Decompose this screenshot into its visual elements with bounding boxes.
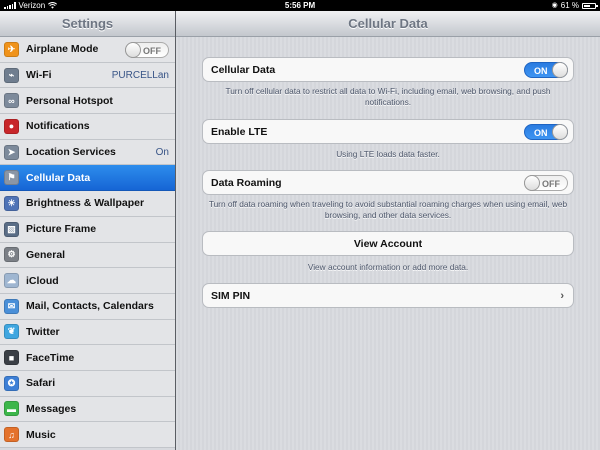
mail-icon: ✉ — [4, 298, 19, 314]
chevron-right-icon: › — [560, 289, 564, 302]
cellular-icon: ⚑ — [4, 170, 19, 186]
sidebar-item-label: Cellular Data — [26, 171, 91, 184]
page-title: Cellular Data — [176, 11, 600, 37]
toggle-state: OFF — [143, 45, 161, 56]
twitter-icon: ❦ — [4, 324, 19, 340]
sim-pin-label: SIM PIN — [211, 289, 251, 302]
sidebar-item-label: Picture Frame — [26, 223, 97, 236]
toggle-state: OFF — [542, 178, 560, 189]
airplane-icon: ✈ — [4, 41, 19, 57]
sidebar-item-music[interactable]: ♫ Music — [0, 422, 175, 448]
brightness-icon: ☀ — [4, 195, 19, 211]
sidebar-item-safari[interactable]: ✪ Safari — [0, 370, 175, 397]
music-icon: ♫ — [4, 427, 19, 443]
battery-percent: 61 % — [560, 1, 579, 10]
cellular-data-toggle[interactable]: ON — [524, 61, 568, 78]
sidebar-item-label: iCloud — [26, 274, 59, 287]
sidebar-item-twitter[interactable]: ❦ Twitter — [0, 319, 175, 346]
icloud-icon: ☁ — [4, 273, 19, 289]
sidebar-item-label: Location Services — [26, 146, 116, 159]
enable-lte-toggle[interactable]: ON — [524, 123, 568, 140]
sidebar-item-label: Music — [26, 428, 56, 441]
sidebar-item-airplane[interactable]: ✈ Airplane Mode OFF — [0, 37, 175, 63]
cellular-data-row: Cellular Data ON — [202, 57, 574, 82]
sidebar-item-value: PURCELLan — [111, 69, 169, 81]
sidebar-item-label: FaceTime — [26, 351, 75, 364]
sidebar-item-hotspot[interactable]: ∞ Personal Hotspot — [0, 88, 175, 115]
airplane-mode-toggle[interactable]: OFF — [125, 41, 169, 58]
enable-lte-row: Enable LTE ON — [202, 119, 574, 144]
sidebar-item-cellular[interactable]: ⚑ Cellular Data — [0, 165, 175, 192]
sidebar-item-facetime[interactable]: ■ FaceTime — [0, 345, 175, 371]
orientation-lock-icon: ◉ — [551, 2, 558, 9]
sidebar-item-label: Brightness & Wallpaper — [26, 197, 145, 210]
sidebar-item-label: Wi-Fi — [26, 69, 52, 82]
sim-pin-row[interactable]: SIM PIN › — [202, 283, 574, 308]
sidebar-item-label: Notifications — [26, 120, 90, 133]
facetime-icon: ■ — [4, 350, 19, 366]
location-icon: ➤ — [4, 144, 19, 160]
sidebar-item-label: Messages — [26, 402, 77, 415]
sidebar-item-label: Twitter — [26, 325, 60, 338]
sidebar-item-notifications[interactable]: ● Notifications — [0, 114, 175, 140]
sidebar-item-location[interactable]: ➤ Location Services On — [0, 139, 175, 166]
sidebar-item-wifi[interactable]: ⌁ Wi-Fi PURCELLan — [0, 62, 175, 89]
enable-lte-label: Enable LTE — [211, 125, 268, 138]
cellular-data-footnote: Turn off cellular data to restrict all d… — [225, 86, 551, 107]
enable-lte-footnote: Using LTE loads data faster. — [336, 149, 440, 159]
hotspot-icon: ∞ — [4, 93, 19, 109]
safari-icon: ✪ — [4, 375, 19, 391]
sidebar-item-gear[interactable]: ⚙ General — [0, 242, 175, 269]
sidebar-item-label: Personal Hotspot — [26, 94, 113, 107]
status-bar: Verizon 5:56 PM ◉ 61 % — [0, 0, 600, 11]
view-account-label: View Account — [353, 237, 423, 250]
toggle-state: ON — [534, 127, 548, 138]
data-roaming-label: Data Roaming — [211, 176, 282, 189]
notifications-icon: ● — [4, 118, 19, 134]
detail-panel: Cellular Data Cellular Data ON Turn off … — [176, 11, 600, 450]
data-roaming-footnote: Turn off data roaming when traveling to … — [208, 199, 568, 220]
sidebar-item-messages[interactable]: ▬ Messages — [0, 396, 175, 423]
status-time: 5:56 PM — [284, 1, 316, 10]
wifi-icon: ⌁ — [4, 67, 19, 83]
data-roaming-row: Data Roaming OFF — [202, 170, 574, 195]
sidebar-item-label: Airplane Mode — [26, 43, 99, 56]
sidebar-item-mail[interactable]: ✉ Mail, Contacts, Calendars — [0, 293, 175, 320]
sidebar-item-label: Mail, Contacts, Calendars — [26, 300, 154, 313]
picture-frame-icon: ▧ — [4, 221, 19, 237]
view-account-footnote: View account information or add more dat… — [307, 262, 469, 272]
cellular-data-label: Cellular Data — [211, 63, 276, 76]
sidebar-item-picture-frame[interactable]: ▧ Picture Frame — [0, 216, 175, 243]
settings-sidebar: Settings ✈ Airplane Mode OFF ⌁ Wi-Fi PURCELLa… — [0, 11, 176, 450]
sidebar-item-brightness[interactable]: ☀ Brightness & Wallpaper — [0, 191, 175, 217]
sidebar-item-label: General — [26, 248, 66, 261]
sidebar-item-icloud[interactable]: ☁ iCloud — [0, 268, 175, 294]
messages-icon: ▬ — [4, 401, 19, 417]
battery-icon — [582, 2, 598, 9]
sidebar-title: Settings — [0, 11, 175, 37]
gear-icon: ⚙ — [4, 247, 19, 263]
data-roaming-toggle[interactable]: OFF — [524, 174, 568, 191]
sidebar-item-value: On — [155, 146, 169, 158]
settings-list: ✈ Airplane Mode OFF ⌁ Wi-Fi PURCELLan ∞ Persona… — [0, 37, 175, 448]
sidebar-item-label: Safari — [26, 377, 56, 390]
view-account-button[interactable]: View Account — [202, 231, 574, 256]
toggle-state: ON — [534, 65, 548, 76]
